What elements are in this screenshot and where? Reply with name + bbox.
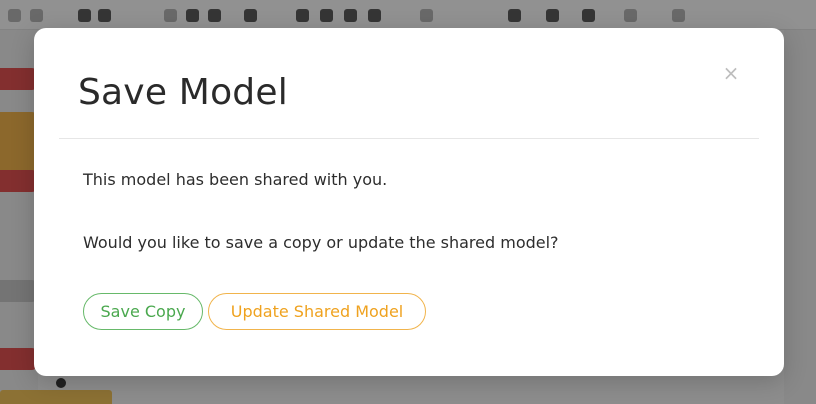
close-button[interactable]: × [720, 62, 742, 84]
save-model-dialog: Save Model × This model has been shared … [34, 28, 784, 376]
shared-notice-text: This model has been shared with you. [83, 170, 388, 189]
save-question-text: Would you like to save a copy or update … [83, 233, 559, 252]
header-divider [59, 138, 759, 139]
save-copy-button[interactable]: Save Copy [83, 293, 203, 330]
close-icon: × [722, 61, 740, 85]
update-shared-model-button[interactable]: Update Shared Model [208, 293, 426, 330]
dialog-title: Save Model [78, 72, 288, 113]
